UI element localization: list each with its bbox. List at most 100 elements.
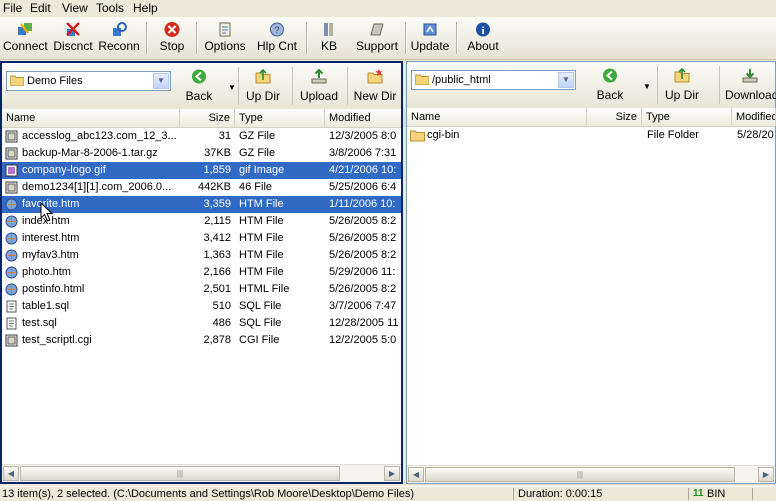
archive-file-icon <box>5 181 18 194</box>
status-divider <box>752 488 753 500</box>
table-row[interactable]: index.htm <box>2 213 182 230</box>
table-row-details: 1,363 HTM File 5/26/2005 8:2 <box>203 249 397 261</box>
table-row-selected[interactable]: favorite.htm 3,359 HTM File 1/11/2006 10… <box>2 196 401 213</box>
scroll-left-icon[interactable]: ◀ <box>3 466 19 481</box>
remote-column-header: Name Size Type Modified <box>407 108 776 127</box>
stop-button[interactable]: Stop <box>155 19 189 57</box>
new-dir-button[interactable]: New Dir <box>352 65 398 107</box>
kb-button[interactable]: KB <box>314 19 344 57</box>
remote-up-dir-button[interactable]: Up Dir <box>663 64 701 106</box>
text-file-icon <box>6 300 17 313</box>
table-row[interactable]: demo1234[1][1].com_2006.0... <box>2 179 182 196</box>
scroll-right-icon[interactable]: ▶ <box>758 467 774 482</box>
reconnect-icon <box>113 22 127 36</box>
table-row[interactable]: accesslog_abc123.com_12_3... <box>2 128 182 145</box>
disconnect-button[interactable]: Discnct <box>52 19 94 57</box>
web-page-icon <box>5 283 18 296</box>
download-icon <box>742 69 758 83</box>
up-folder-icon <box>255 68 271 84</box>
transfer-mode[interactable]: BIN <box>707 487 747 501</box>
scroll-right-icon[interactable]: ▶ <box>384 466 400 481</box>
svg-text:i: i <box>481 25 484 37</box>
web-page-icon <box>5 249 18 262</box>
local-horizontal-scrollbar[interactable]: ◀ ||| ▶ <box>2 464 401 482</box>
column-type[interactable]: Type <box>642 108 732 126</box>
menu-help[interactable]: Help <box>133 1 158 15</box>
pane-toolbar-separator <box>657 66 658 104</box>
toolbar-separator <box>146 22 148 54</box>
local-path-combo[interactable]: Demo Files ▼ <box>6 71 171 91</box>
scrollbar-thumb[interactable]: ||| <box>425 467 735 482</box>
mouse-pointer-icon <box>40 202 54 222</box>
back-dropdown-icon[interactable]: ▼ <box>643 82 651 91</box>
script-file-icon <box>5 334 18 347</box>
table-row-details: 510 SQL File 3/7/2006 7:47 <box>212 300 397 312</box>
reconnect-button[interactable]: Reconn <box>98 19 140 57</box>
scrollbar-thumb[interactable]: ||| <box>20 466 340 481</box>
table-row-details: 3,412 HTM File 5/26/2005 8:2 <box>203 232 397 244</box>
menu-edit[interactable]: Edit <box>30 1 51 15</box>
column-name[interactable]: Name <box>407 108 587 126</box>
new-folder-icon <box>367 69 383 84</box>
table-row-details: 2,166 HTM File 5/29/2006 11: <box>203 266 396 278</box>
web-page-icon <box>5 198 18 211</box>
help-contents-icon: ? <box>270 22 284 37</box>
menu-bar: File Edit View Tools Help <box>0 0 776 17</box>
remote-path-combo[interactable]: /public_html ▼ <box>411 70 576 90</box>
local-back-button[interactable]: Back <box>182 65 216 107</box>
local-up-dir-button[interactable]: Up Dir <box>244 65 282 107</box>
menu-view[interactable]: View <box>62 1 88 15</box>
support-button[interactable]: Support <box>355 19 399 57</box>
chevron-down-icon[interactable]: ▼ <box>153 73 169 89</box>
text-file-icon <box>6 317 17 330</box>
update-icon <box>423 23 437 36</box>
table-row[interactable]: test.sql <box>2 315 182 332</box>
column-name[interactable]: Name <box>2 109 180 127</box>
about-button[interactable]: i About <box>466 19 500 57</box>
local-column-header: Name Size Type Modified <box>2 109 405 128</box>
options-button[interactable]: Options <box>204 19 246 57</box>
download-button[interactable]: Download <box>725 64 776 106</box>
pane-toolbar-separator <box>292 67 293 105</box>
table-row[interactable]: myfav3.htm <box>2 247 182 264</box>
menu-tools[interactable]: Tools <box>96 1 124 15</box>
table-row[interactable]: cgi-bin File Folder 5/28/20 <box>407 127 775 144</box>
scroll-left-icon[interactable]: ◀ <box>408 467 424 482</box>
folder-icon <box>415 74 429 85</box>
help-contents-button[interactable]: ? Hlp Cnt <box>255 19 299 57</box>
column-modified[interactable]: Modified <box>732 108 776 126</box>
table-row[interactable]: postinfo.html <box>2 281 182 298</box>
table-row[interactable]: table1.sql <box>2 298 182 315</box>
column-modified[interactable]: Modified <box>325 109 405 127</box>
column-type[interactable]: Type <box>235 109 325 127</box>
remote-back-button[interactable]: Back <box>593 64 627 106</box>
upload-button[interactable]: Upload <box>298 65 340 107</box>
chevron-down-icon[interactable]: ▼ <box>558 72 574 88</box>
image-file-icon <box>5 164 18 177</box>
table-row-details: 31 GZ File 12/3/2005 8:0 <box>218 130 397 142</box>
column-size[interactable]: Size <box>587 108 642 126</box>
connect-icon <box>18 23 32 35</box>
web-page-icon <box>5 232 18 245</box>
stop-icon <box>164 22 180 37</box>
pane-toolbar-separator <box>719 66 720 104</box>
remote-horizontal-scrollbar[interactable]: ◀ ||| ▶ <box>407 465 775 483</box>
back-dropdown-icon[interactable]: ▼ <box>228 83 236 92</box>
table-row[interactable]: test_scriptl.cgi <box>2 332 182 349</box>
options-icon <box>219 22 231 37</box>
toolbar-separator <box>196 22 198 54</box>
column-size[interactable]: Size <box>180 109 235 127</box>
table-row-selected[interactable]: company-logo.gif 1,859 gif Image 4/21/20… <box>2 162 401 179</box>
table-row[interactable]: photo.htm <box>2 264 182 281</box>
knowledge-base-icon <box>324 23 333 36</box>
table-row[interactable]: backup-Mar-8-2006-1.tar.gz <box>2 145 182 162</box>
update-button[interactable]: Update <box>410 19 450 57</box>
upload-icon <box>311 68 327 84</box>
connect-button[interactable]: Connect <box>3 19 48 57</box>
menu-file[interactable]: File <box>3 1 22 15</box>
status-duration: Duration: 0:00:15 <box>518 488 603 500</box>
table-row[interactable]: interest.htm <box>2 230 182 247</box>
status-divider <box>513 488 514 500</box>
table-row-details: 2,501 HTML File 5/26/2005 8:2 <box>203 283 397 295</box>
status-divider <box>688 488 689 500</box>
